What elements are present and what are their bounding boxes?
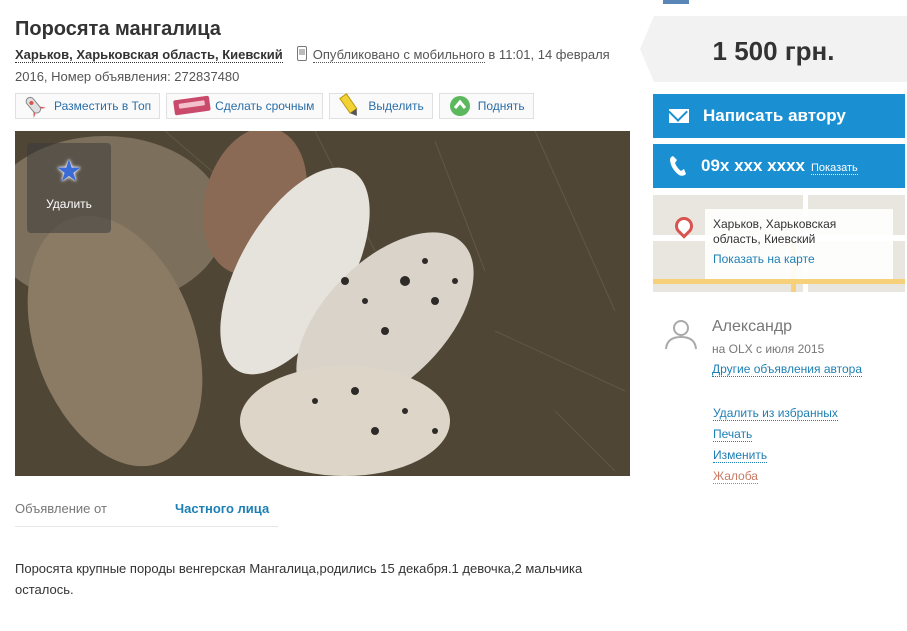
map-road: [653, 279, 905, 284]
highlight-button[interactable]: Выделить: [329, 93, 433, 119]
report-link[interactable]: Жалоба: [713, 466, 838, 487]
map-address: Харьков, Харьковская область, Киевский: [713, 217, 837, 246]
bump-up-button[interactable]: Поднять: [438, 93, 534, 119]
star-icon: ★: [55, 155, 83, 188]
listing-tools: Удалить из избранных Печать Изменить Жал…: [713, 403, 838, 487]
write-author-button[interactable]: Написать автору: [653, 94, 905, 138]
listing-from-row: Объявление от Частного лица: [15, 496, 278, 527]
location-link[interactable]: Харьков, Харьковская область, Киевский: [15, 47, 283, 63]
listing-meta: Харьков, Харьковская область, Киевский Оп…: [15, 44, 640, 88]
mobile-phone-icon: [296, 46, 307, 61]
promote-top-label: Разместить в Топ: [54, 99, 152, 113]
location-map[interactable]: Харьков, Харьковская область, Киевский П…: [653, 195, 905, 292]
bump-up-label: Поднять: [477, 99, 525, 113]
promote-top-button[interactable]: Разместить в Топ: [15, 93, 161, 119]
show-phone-link[interactable]: Показать: [811, 162, 858, 175]
map-address-card: Харьков, Харьковская область, Киевский П…: [705, 209, 893, 279]
phone-number: 09x xxx xxxx: [701, 156, 805, 175]
price-value: 1 500 грн.: [712, 36, 835, 66]
write-author-label: Написать автору: [703, 106, 846, 125]
rocket-icon: [20, 93, 52, 119]
listing-description: Поросята крупные породы венгерская Манга…: [15, 561, 583, 597]
from-key: Объявление от: [15, 501, 107, 516]
print-link[interactable]: Печать: [713, 424, 838, 445]
from-value-link[interactable]: Частного лица: [175, 501, 269, 516]
phone-button[interactable]: 09x xxx xxxx Показать: [653, 144, 905, 188]
edit-link[interactable]: Изменить: [713, 445, 838, 466]
top-ribbon: [663, 0, 689, 4]
phone-icon: [670, 156, 686, 176]
highlighter-icon: [334, 93, 366, 119]
remove-favorite-link[interactable]: Удалить из избранных: [713, 403, 838, 424]
user-avatar-icon: [665, 320, 697, 350]
envelope-icon: [669, 109, 689, 123]
favorite-toggle[interactable]: ★ Удалить: [27, 143, 111, 233]
promo-actions: Разместить в Топ Сделать срочным Выделит…: [15, 93, 534, 119]
highlight-label: Выделить: [368, 99, 424, 113]
make-urgent-button[interactable]: Сделать срочным: [166, 93, 324, 119]
urgent-sticker-icon: [171, 93, 213, 119]
show-on-map-link[interactable]: Показать на карте: [713, 252, 885, 267]
seller-name: Александр: [712, 318, 793, 335]
seller-other-ads-link[interactable]: Другие объявления автора: [712, 362, 863, 377]
make-urgent-label: Сделать срочным: [215, 99, 315, 113]
refresh-up-icon: [444, 93, 476, 119]
favorite-label: Удалить: [46, 197, 92, 211]
published-mobile-link[interactable]: Опубликовано с мобильного: [312, 47, 485, 63]
page-title: Поросята мангалица: [15, 18, 221, 40]
price-tag: 1 500 грн.: [640, 16, 907, 82]
seller-since: на OLX с июля 2015: [712, 342, 825, 356]
